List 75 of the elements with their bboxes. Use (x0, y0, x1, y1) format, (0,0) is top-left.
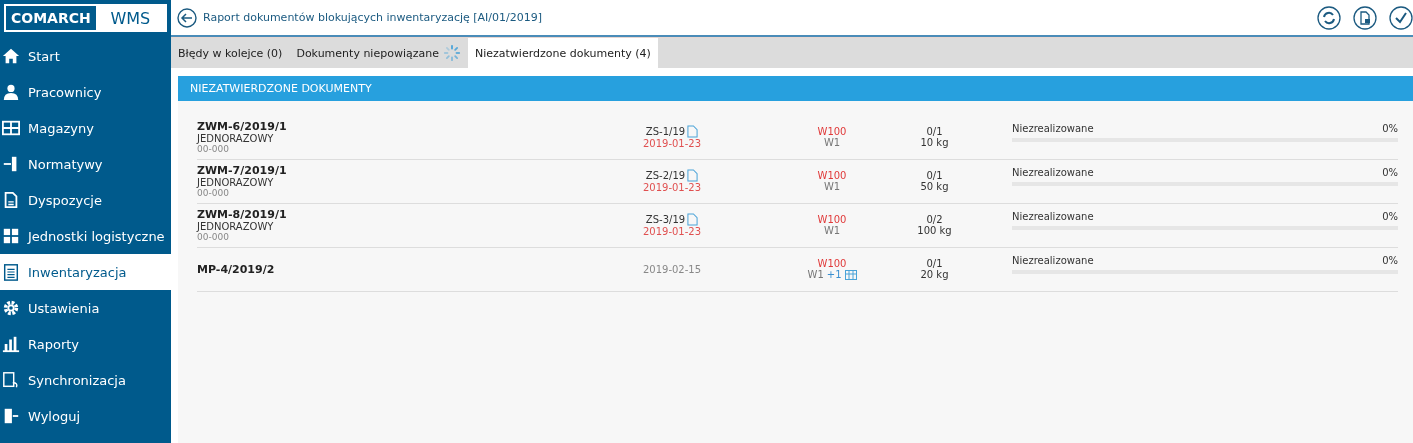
logo-product: WMS (95, 6, 165, 30)
home-icon (2, 47, 20, 65)
document-number: ZWM-8/2019/1 (197, 208, 288, 221)
source-document: ZS-1/19 (645, 126, 686, 137)
weight: 100 kg (917, 225, 952, 236)
document-type: JEDNORAZOWY (197, 221, 275, 232)
sidebar-item[interactable]: Inwentaryzacja (0, 254, 171, 290)
document-icon (687, 125, 699, 138)
weight: 20 kg (920, 269, 949, 280)
back-button[interactable] (177, 7, 197, 28)
document-type: JEDNORAZOWY (197, 133, 275, 144)
export-button[interactable] (1353, 5, 1377, 30)
document-number: ZWM-6/2019/1 (197, 120, 288, 133)
document-code: 00-000 (197, 232, 230, 242)
quantity: 0/1 (926, 126, 943, 137)
refresh-button[interactable] (1317, 5, 1341, 30)
progress-percent: 0% (1382, 167, 1398, 178)
sidebar-item[interactable]: Wyloguj (0, 398, 171, 434)
sidebar-item[interactable]: Normatywy (0, 146, 171, 182)
chart-icon (2, 335, 20, 353)
extra-locations-count: +1 (826, 269, 842, 280)
grid-icon (844, 269, 857, 280)
source-document: ZS-3/19 (645, 214, 686, 225)
document-date: 2019-02-15 (642, 263, 702, 275)
section-header: NIEZATWIERDZONE DOKUMENTY (178, 76, 1413, 101)
person-icon (2, 83, 20, 101)
sidebar-item[interactable]: Raporty (0, 326, 171, 362)
tab[interactable]: Błędy w kolejce (0) (171, 38, 290, 68)
warehouse-code: W100 (817, 126, 847, 137)
weight: 10 kg (920, 137, 949, 148)
location-code: W1 (823, 225, 841, 236)
confirm-button[interactable] (1389, 5, 1413, 30)
sidebar-item[interactable]: Pracownicy (0, 74, 171, 110)
quantity: 0/1 (926, 170, 943, 181)
sidebar-item[interactable]: Jednostki logistyczne (0, 218, 171, 254)
document-icon (687, 213, 699, 226)
location-code: W1 (823, 181, 841, 192)
document-date: 2019-01-23 (642, 182, 702, 193)
status-label: Niezrealizowane (1012, 123, 1094, 134)
progress-percent: 0% (1382, 123, 1398, 134)
status-label: Niezrealizowane (1012, 255, 1094, 266)
gear-icon (2, 299, 20, 317)
quantity: 0/2 (926, 214, 943, 225)
sidebar-item[interactable]: Synchronizacja (0, 362, 171, 398)
exit-icon (2, 407, 20, 425)
sidebar-item[interactable]: Magazyny (0, 110, 171, 146)
blocks-icon (2, 227, 20, 245)
quantity: 0/1 (926, 258, 943, 269)
document-code: 00-000 (197, 144, 230, 154)
sidebar-item[interactable]: Ustawienia (0, 290, 171, 326)
sidebar-item[interactable]: Dyspozycje (0, 182, 171, 218)
warehouse-code: W100 (817, 258, 847, 269)
progress-percent: 0% (1382, 211, 1398, 222)
location-code: W1 (823, 137, 841, 148)
status-label: Niezrealizowane (1012, 211, 1094, 222)
page-title: Raport dokumentów blokujących inwentaryzację [AI/01/2019] (203, 11, 543, 24)
document-number: MP-4/2019/2 (197, 262, 276, 276)
tab[interactable]: Dokumenty niepowiązane (289, 38, 468, 68)
warehouse-code: W100 (817, 214, 847, 225)
document-icon (687, 169, 699, 182)
sidebar-item[interactable]: Start (0, 38, 171, 74)
grid-icon (2, 119, 20, 137)
document-type: JEDNORAZOWY (197, 177, 275, 188)
status-label: Niezrealizowane (1012, 167, 1094, 178)
source-document: ZS-2/19 (645, 170, 686, 181)
progress-percent: 0% (1382, 255, 1398, 266)
weight: 50 kg (920, 181, 949, 192)
document-code: 00-000 (197, 188, 230, 198)
document-number: ZWM-7/2019/1 (197, 164, 288, 177)
document-date: 2019-01-23 (642, 226, 702, 237)
tab[interactable]: Niezatwierdzone dokumenty (4) (467, 38, 658, 68)
document-date: 2019-01-23 (642, 138, 702, 149)
warehouse-code: W100 (817, 170, 847, 181)
location-code: W1 (807, 269, 824, 280)
doc-icon (2, 191, 20, 209)
